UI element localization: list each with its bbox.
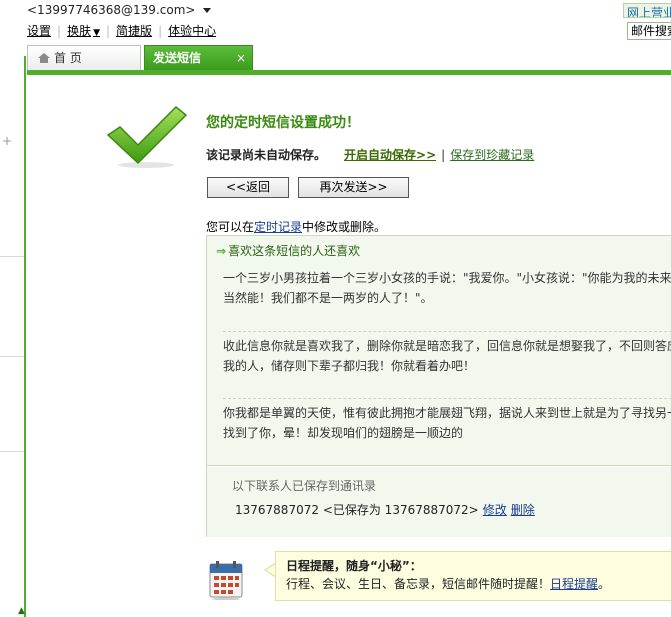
- tip-end: 。: [598, 577, 611, 591]
- edit-contact-link[interactable]: 修改: [483, 503, 507, 517]
- save-note: 该记录尚未自动保存。 开启自动保存>> | 保存到珍藏记录: [206, 146, 534, 163]
- saved-contacts-title: 以下联系人已保存到通讯录: [232, 479, 377, 493]
- modify-suffix: 中修改或删除。: [302, 220, 387, 234]
- saved-contacts: 以下联系人已保存到通讯录 13767887072 <已保存为 137678870…: [207, 467, 671, 537]
- delete-contact-link[interactable]: 删除: [511, 503, 535, 517]
- dashed-divider: [223, 398, 671, 399]
- checkmark-icon: [106, 105, 188, 168]
- suggestion-item[interactable]: 收此信息你就是喜欢我了，删除你就是暗恋我了，回信息你就是想娶我了，不回则答应做我…: [223, 336, 671, 376]
- tip-text-body: 行程、会议、生日、备忘录，短信邮件随时提醒！: [286, 577, 551, 591]
- contact-row: 13767887072 <已保存为 13767887072> 修改 删除: [235, 501, 535, 518]
- tab-home[interactable]: 首 页: [27, 45, 141, 71]
- menu-sep: |: [158, 23, 163, 38]
- online-hall-link[interactable]: 网上营业厅: [623, 3, 671, 18]
- top-bar: <13997746368@139.com> 设置 | 换肤 ▼ | 简捷版 | 体…: [0, 0, 671, 72]
- schedule-record-link[interactable]: 定时记录: [254, 220, 302, 234]
- item-line: 找到了你，晕！却发现咱们的翅膀是一顺边的: [223, 426, 464, 440]
- menu-experience[interactable]: 体验中心: [168, 22, 216, 39]
- tab-send-sms[interactable]: 发送短信 ×: [144, 45, 253, 71]
- menu-simple[interactable]: 简捷版: [116, 22, 152, 39]
- tab-bar: 首 页 发送短信 ×: [27, 45, 671, 72]
- caret-down-icon: ▼: [93, 28, 100, 38]
- tip-title: 日程提醒，随身“小秘”：: [286, 559, 422, 573]
- tab-underline: [27, 70, 671, 75]
- schedule-tip: 日程提醒，随身“小秘”： 行程、会议、生日、备忘录，短信邮件随时提醒！日程提醒。: [275, 551, 671, 601]
- calendar-icon: [209, 561, 243, 600]
- contact-saved-as: <已保存为 13767887072>: [322, 503, 479, 517]
- resend-button[interactable]: 再次发送>>: [298, 177, 409, 198]
- schedule-reminder-link[interactable]: 日程提醒: [550, 577, 598, 591]
- modify-hint: 您可以在定时记录中修改或删除。: [206, 218, 386, 235]
- tab-sms-label: 发送短信: [153, 51, 202, 65]
- caret-down-icon[interactable]: [203, 8, 212, 13]
- note-text: 该记录尚未自动保存。: [206, 148, 327, 162]
- back-button[interactable]: <<返回: [207, 177, 289, 198]
- dashed-divider: [223, 331, 671, 332]
- menu-skin[interactable]: 换肤 ▼: [67, 22, 100, 39]
- item-line: 当然能！我们都不是一两岁的人了！"。: [223, 291, 433, 305]
- suggestion-heading: ⇒ 喜欢这条短信的人还喜欢: [216, 242, 360, 259]
- mail-search-input[interactable]: 邮件搜索: [627, 22, 671, 40]
- suggestion-list: ⇒ 喜欢这条短信的人还喜欢 一个三岁小男孩拉着一个三岁小女孩的手说："我爱你。"小…: [207, 236, 671, 466]
- enable-autosave-link[interactable]: 开启自动保存>>: [344, 146, 436, 163]
- left-sidebar: + ▲: [0, 56, 26, 617]
- item-line: 一个三岁小男孩拉着一个三岁小女孩的手说："我爱你。"小女孩说："你能为我的未来负…: [223, 271, 671, 285]
- suggestion-panel: ⇒ 喜欢这条短信的人还喜欢 一个三岁小男孩拉着一个三岁小女孩的手说："我爱你。"小…: [206, 235, 671, 537]
- divider: [0, 256, 24, 257]
- account-text: <13997746368@139.com>: [27, 3, 196, 17]
- top-menu: 设置 | 换肤 ▼ | 简捷版 | 体验中心: [27, 22, 216, 39]
- menu-sep: |: [57, 23, 62, 38]
- link-separator: |: [441, 147, 446, 162]
- divider: [0, 356, 24, 357]
- contact-number: 13767887072: [235, 503, 319, 517]
- item-line: 收此信息你就是喜欢我了，删除你就是暗恋我了，回信息你就是想娶我了，不回则答应做: [223, 339, 671, 353]
- item-line: 你我都是单翼的天使，惟有彼此拥抱才能展翅飞翔，据说人来到世上就是为了寻找另一只翅…: [223, 406, 671, 420]
- arrow-up-icon[interactable]: ▲: [18, 606, 25, 616]
- tab-home-label: 首 页: [54, 51, 82, 65]
- save-favorite-link[interactable]: 保存到珍藏记录: [450, 146, 534, 163]
- menu-skin-label: 换肤: [67, 24, 92, 38]
- account-email[interactable]: <13997746368@139.com>: [27, 3, 212, 17]
- divider: [0, 451, 24, 452]
- suggestion-item[interactable]: 你我都是单翼的天使，惟有彼此拥抱才能展翅飞翔，据说人来到世上就是为了寻找另一只翅…: [223, 403, 671, 443]
- menu-settings[interactable]: 设置: [27, 22, 51, 39]
- home-icon: [38, 53, 50, 63]
- close-icon[interactable]: ×: [236, 46, 246, 70]
- plus-icon[interactable]: +: [2, 134, 12, 148]
- tip-text: 行程、会议、生日、备忘录，短信邮件随时提醒！日程提醒。: [286, 575, 671, 593]
- item-line: 我的人，储存则下辈子都归我！你就看着办吧！: [223, 359, 476, 373]
- suggestion-heading-text: 喜欢这条短信的人还喜欢: [228, 244, 361, 258]
- success-title: 您的定时短信设置成功！: [206, 115, 360, 131]
- suggestion-item[interactable]: 一个三岁小男孩拉着一个三岁小女孩的手说："我爱你。"小女孩说："你能为我的未来负…: [223, 268, 671, 308]
- modify-prefix: 您可以在: [206, 220, 255, 234]
- menu-sep: |: [106, 23, 111, 38]
- arrow-right-icon: ⇒: [216, 244, 227, 258]
